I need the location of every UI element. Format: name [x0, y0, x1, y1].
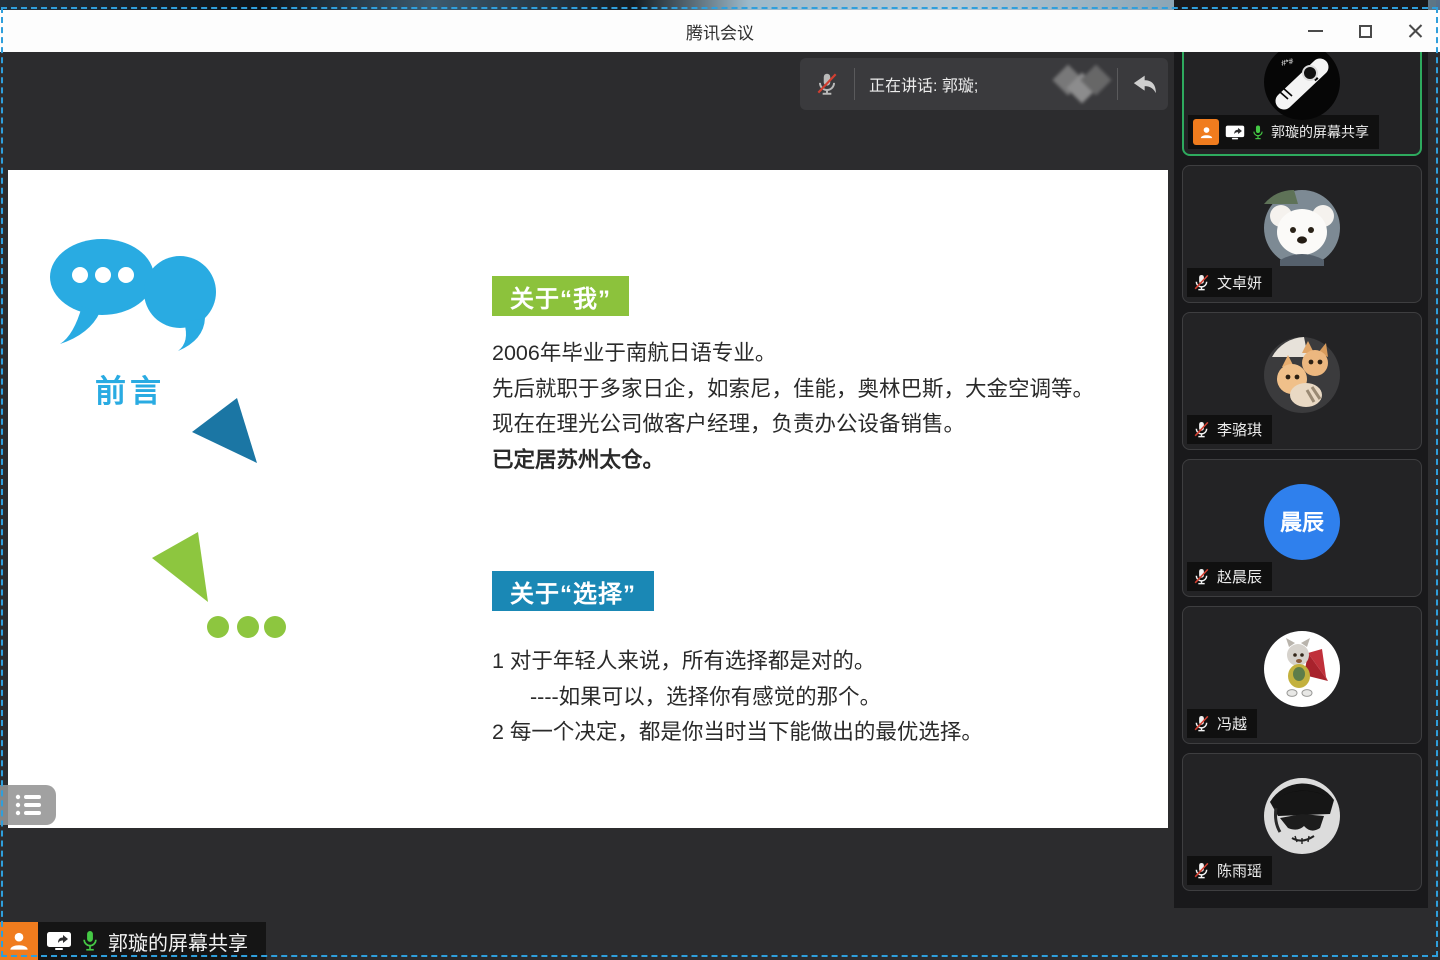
speaking-indicator-bar: 正在讲话: 郭璇; — [800, 58, 1168, 110]
mic-off-icon — [814, 71, 840, 97]
participant-name: 赵晨辰 — [1217, 566, 1262, 587]
presenter-badge — [0, 922, 38, 960]
mic-off-icon — [1192, 420, 1211, 439]
avatar: 晨辰 — [1264, 484, 1340, 560]
watermark-logo — [1057, 69, 1107, 99]
about-choice-line: 2 每一个决定，都是你当时当下能做出的最优选择。 — [492, 715, 983, 751]
close-button[interactable] — [1404, 20, 1426, 42]
mic-off-icon — [1192, 714, 1211, 733]
avatar — [1264, 778, 1340, 854]
slide-decor-graphics — [8, 170, 328, 650]
reply-arrow-icon — [1128, 71, 1158, 97]
avatar — [1264, 631, 1340, 707]
person-icon — [6, 928, 32, 954]
participant-name-bar: 赵晨辰 — [1187, 562, 1272, 591]
participant-name: 文卓妍 — [1217, 272, 1262, 293]
divider — [854, 68, 855, 100]
screen-share-icon — [1225, 124, 1245, 141]
about-choice-line: 1 对于年轻人来说，所有选择都是对的。 — [492, 644, 983, 680]
window-controls — [1304, 10, 1426, 52]
screen-share-banner: 郭璇的屏幕共享 — [0, 922, 266, 960]
mic-off-icon — [1192, 567, 1211, 586]
share-banner-label: 郭璇的屏幕共享 — [108, 927, 248, 956]
avatar — [1264, 337, 1340, 413]
about-me-highlight: 已定居苏州太仓。 — [492, 443, 1094, 479]
about-choice-line: ----如果可以，选择你有感觉的那个。 — [492, 680, 983, 716]
speaking-now-label: 正在讲话: 郭璇; — [869, 72, 978, 96]
return-arrow-button[interactable] — [1118, 71, 1168, 97]
minimize-icon — [1308, 30, 1323, 32]
avatar — [1264, 190, 1340, 266]
participant-tile-fengyue[interactable]: 冯越 — [1182, 606, 1422, 744]
window-title: 腾讯会议 — [686, 19, 754, 44]
mic-muted-button[interactable] — [800, 71, 854, 97]
participant-name-bar: 郭璇的屏幕共享 — [1188, 115, 1379, 149]
close-icon — [1408, 24, 1423, 39]
participant-tile-wenzhuoyan[interactable]: 文卓妍 — [1182, 165, 1422, 303]
window-titlebar: 腾讯会议 — [0, 10, 1440, 52]
participant-name-bar: 文卓妍 — [1187, 268, 1272, 297]
about-choice-header: 关于“选择” — [492, 571, 654, 611]
participant-name: 冯越 — [1217, 713, 1247, 734]
shared-slide: 前言 关于“我” 2006年毕业于南航日语专业。 先后就职于多家日企，如索尼，佳… — [8, 170, 1168, 828]
participant-name-bar: 陈雨瑶 — [1187, 856, 1272, 885]
participant-name-bar: 李骆琪 — [1187, 415, 1272, 444]
participant-name: 李骆琪 — [1217, 419, 1262, 440]
participant-tile-chenyuyao[interactable]: 陈雨瑶 — [1182, 753, 1422, 891]
meeting-toolbar-toggle[interactable] — [0, 785, 56, 825]
about-me-line: 2006年毕业于南航日语专业。 — [492, 336, 1094, 372]
mic-off-icon — [1192, 273, 1211, 292]
avatar-initials: 晨辰 — [1280, 510, 1324, 535]
about-me-text: 2006年毕业于南航日语专业。 先后就职于多家日企，如索尼，佳能，奥林巴斯，大金… — [492, 336, 1094, 478]
about-me-header: 关于“我” — [492, 276, 629, 316]
about-me-line: 先后就职于多家日企，如索尼，佳能，奥林巴斯，大金空调等。 — [492, 372, 1094, 408]
meeting-window: 腾讯会议 正在讲话: 郭璇; — [0, 0, 1440, 960]
avatar: #*# — [1264, 44, 1340, 120]
participant-tile-liluoqi[interactable]: 李骆琪 — [1182, 312, 1422, 450]
maximize-button[interactable] — [1354, 20, 1376, 42]
participant-name-bar: 冯越 — [1187, 709, 1257, 738]
minimize-button[interactable] — [1304, 20, 1326, 42]
mic-on-icon — [80, 928, 100, 954]
participant-name: 陈雨瑶 — [1217, 860, 1262, 881]
person-icon — [1198, 124, 1215, 141]
about-me-line: 现在在理光公司做客户经理，负责办公设备销售。 — [492, 407, 1094, 443]
about-choice-text: 1 对于年轻人来说，所有选择都是对的。 ----如果可以，选择你有感觉的那个。 … — [492, 644, 983, 751]
screen-share-icon — [46, 930, 72, 952]
maximize-icon — [1359, 25, 1372, 38]
mic-off-icon — [1192, 861, 1211, 880]
mic-on-icon — [1251, 123, 1265, 142]
presenter-badge — [1193, 119, 1219, 145]
participants-sidebar: #*# — [1174, 0, 1428, 908]
preface-label: 前言 — [95, 366, 165, 411]
participant-tile-zhaochenchen[interactable]: 晨辰 赵晨辰 — [1182, 459, 1422, 597]
list-icon — [14, 792, 44, 818]
participant-name: 郭璇的屏幕共享 — [1271, 122, 1369, 142]
